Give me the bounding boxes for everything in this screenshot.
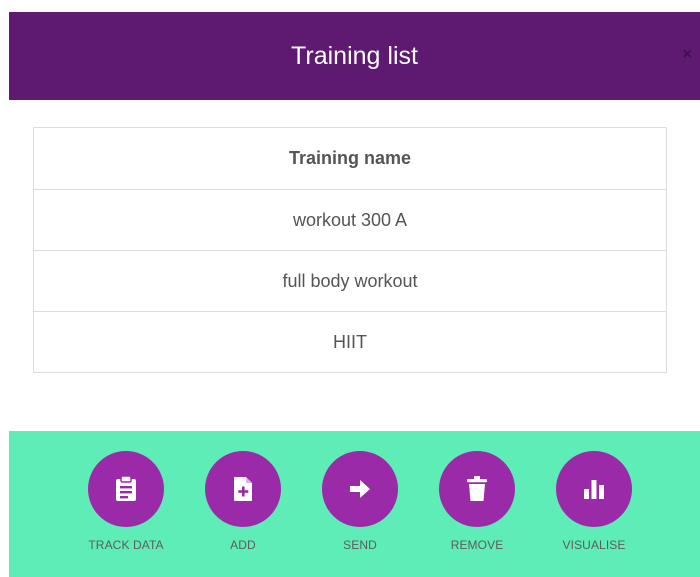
- visualise-button[interactable]: [556, 451, 632, 527]
- bar-chart-icon: [584, 480, 604, 499]
- table-row[interactable]: workout 300 A: [34, 189, 666, 250]
- visualise-label: VISUALISE: [562, 538, 626, 552]
- add-button[interactable]: [205, 451, 281, 527]
- send-button[interactable]: [322, 451, 398, 527]
- track-data-action[interactable]: TRACK DATA: [66, 451, 186, 552]
- table-header: Training name: [288, 148, 412, 168]
- trash-icon: [467, 476, 487, 501]
- add-label: ADD: [230, 538, 256, 552]
- remove-label: REMOVE: [450, 538, 504, 552]
- table-row[interactable]: full body workout: [34, 250, 666, 311]
- send-label: SEND: [343, 538, 377, 552]
- training-list-modal: Training list × Training name workout 30…: [0, 0, 700, 577]
- track-data-label: TRACK DATA: [88, 538, 164, 552]
- remove-button[interactable]: [439, 451, 515, 527]
- table-row[interactable]: HIIT: [34, 311, 666, 372]
- add-action[interactable]: ADD: [183, 451, 303, 552]
- track-data-button[interactable]: [88, 451, 164, 527]
- visualise-action[interactable]: VISUALISE: [534, 451, 654, 552]
- add-file-icon: [234, 477, 252, 501]
- modal-title: Training list: [291, 41, 418, 70]
- send-action[interactable]: SEND: [300, 451, 420, 552]
- arrow-right-icon: [350, 480, 370, 498]
- modal-header: Training list ×: [9, 12, 700, 100]
- training-table: Training name workout 300 A full body wo…: [33, 127, 667, 373]
- close-icon[interactable]: ×: [683, 47, 692, 63]
- action-bar: TRACK DATA ADD SEND REMOVE VISUALISE: [9, 431, 700, 577]
- clipboard-icon: [116, 476, 136, 501]
- remove-action[interactable]: REMOVE: [417, 451, 537, 552]
